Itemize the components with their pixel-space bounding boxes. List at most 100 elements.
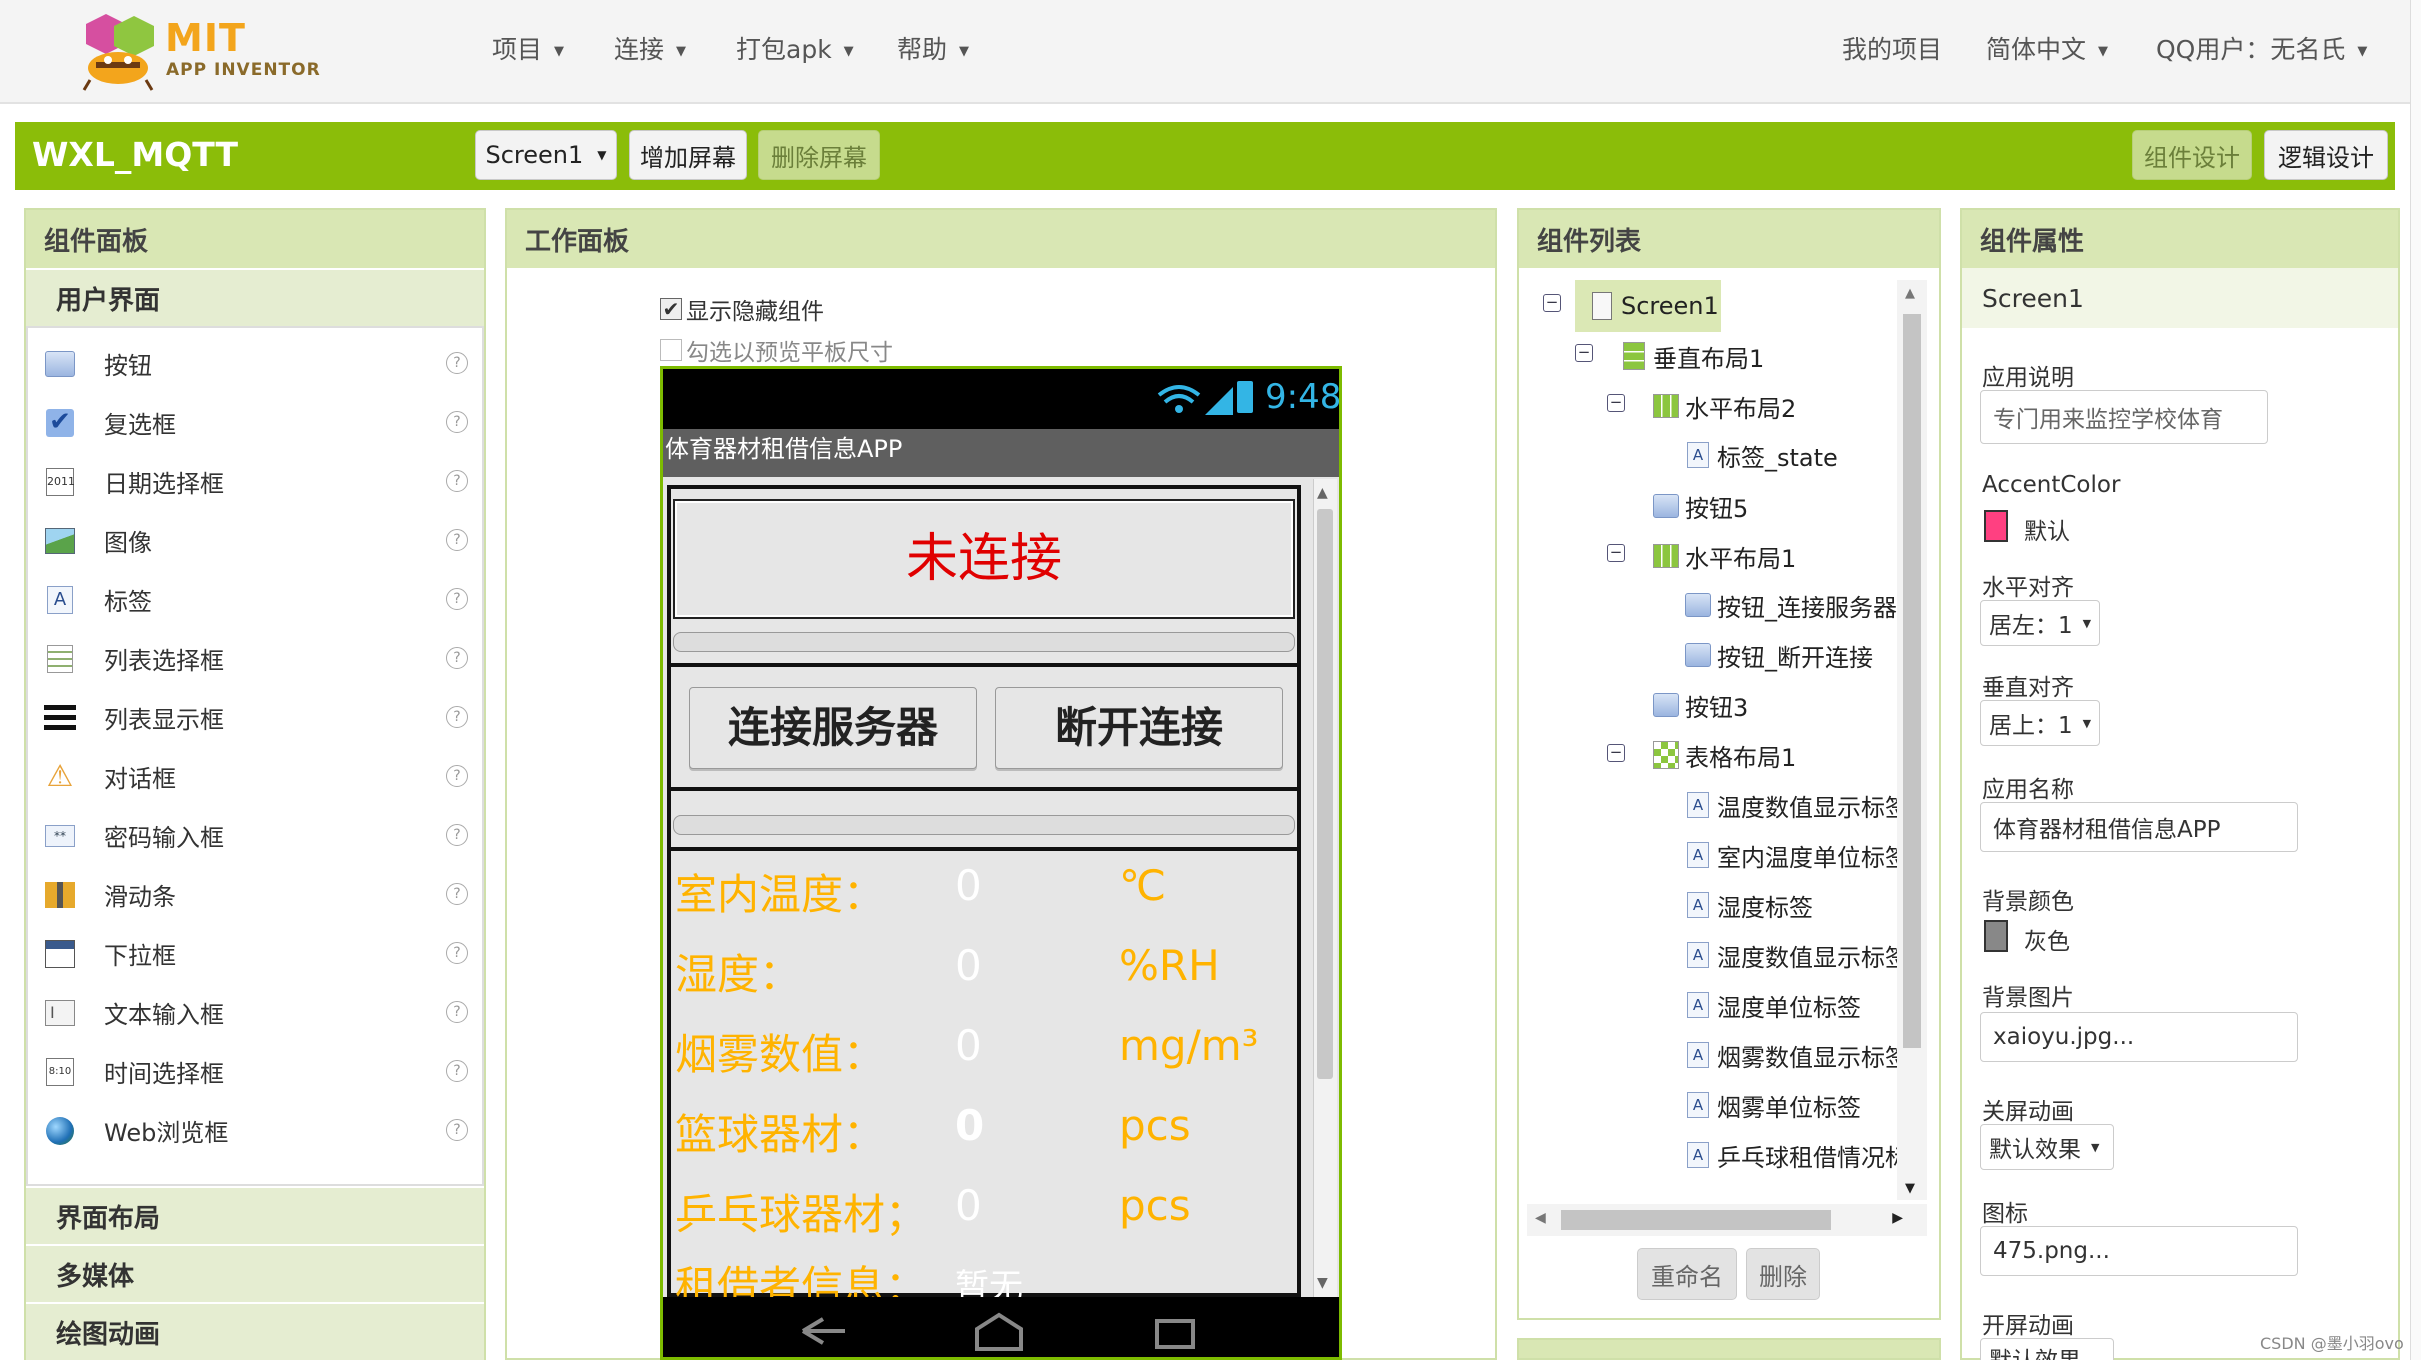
phone-scrollbar[interactable]: ▲ ▼ [1313, 479, 1337, 1297]
show-hidden-checkbox[interactable]: ✔ 显示隐藏组件 [660, 292, 824, 326]
home-icon[interactable] [969, 1309, 1029, 1353]
menu-connect[interactable]: 连接 ▼ [614, 30, 686, 66]
tree-item-humidity-value-label[interactable]: A 湿度数值显示标签 [1685, 934, 1897, 976]
help-icon[interactable]: ? [446, 529, 468, 551]
scroll-left-icon[interactable]: ◀ [1535, 1210, 1546, 1226]
tree-item-screen1[interactable]: Screen1 [1589, 285, 1719, 327]
page-scrollbar[interactable] [2410, 0, 2421, 1360]
tree-item-smoke-value-label[interactable]: A 烟雾数值显示标签 [1685, 1034, 1897, 1076]
palette-item-slider[interactable]: 滑动条 ? [28, 865, 482, 924]
tree-item-pingpong-label[interactable]: A乒乓球租借情况标签 [1685, 1134, 1897, 1176]
spacer-button[interactable] [673, 632, 1295, 652]
tree-item-vertical-layout[interactable]: 垂直布局1 [1621, 335, 1764, 377]
palette-item-timepicker[interactable]: 8:10 时间选择框 ? [28, 1042, 482, 1101]
menu-build-apk[interactable]: 打包apk ▼ [736, 30, 854, 66]
tree-item-temp-unit-label[interactable]: A 室内温度单位标签 [1685, 834, 1897, 876]
tree-item-table-layout[interactable]: 表格布局1 [1653, 734, 1796, 776]
palette-item-label[interactable]: A 标签 ? [28, 570, 482, 629]
help-icon[interactable]: ? [446, 942, 468, 964]
palette-item-button[interactable]: 按钮 ? [28, 334, 482, 393]
scroll-down-icon[interactable]: ▼ [1317, 1275, 1328, 1291]
help-icon[interactable]: ? [446, 352, 468, 374]
scroll-thumb[interactable] [1317, 509, 1333, 1079]
bg-color-swatch[interactable] [1984, 920, 2008, 952]
screen-select[interactable]: Screen1 ▼ [475, 130, 617, 180]
palette-item-listpicker[interactable]: 列表选择框 ? [28, 629, 482, 688]
connect-server-button[interactable]: 连接服务器 [689, 687, 977, 769]
collapse-icon[interactable]: − [1543, 294, 1561, 312]
tablet-preview-checkbox[interactable]: 勾选以预览平板尺寸 [660, 333, 893, 367]
designer-button[interactable]: 组件设计 [2132, 130, 2252, 180]
delete-button[interactable]: 删除 [1746, 1248, 1820, 1300]
tree-vertical-scrollbar[interactable]: ▲ ▼ [1897, 280, 1927, 1200]
collapse-icon[interactable]: − [1607, 544, 1625, 562]
my-projects-link[interactable]: 我的项目 [1842, 30, 1942, 66]
tree-item-smoke-unit-label[interactable]: A 烟雾单位标签 [1685, 1084, 1861, 1126]
add-screen-button[interactable]: 增加屏幕 [629, 130, 747, 180]
prop-icon-input[interactable]: 475.png... [1980, 1226, 2298, 1276]
tree-item-button5[interactable]: 按钮5 [1653, 485, 1748, 527]
help-icon[interactable]: ? [446, 470, 468, 492]
prop-halign-select[interactable]: 居左：1 ▼ [1980, 600, 2100, 646]
tree-item-btn-disconnect[interactable]: 按钮_断开连接 [1685, 634, 1873, 676]
spacer-button-2[interactable] [673, 815, 1295, 835]
tree-item-label-state[interactable]: A 标签_state [1685, 434, 1838, 476]
prop-accent-value[interactable]: 默认 [2024, 512, 2070, 546]
scroll-down-icon[interactable]: ▼ [1905, 1181, 1915, 1196]
palette-section-layout[interactable]: 界面布局 [26, 1186, 484, 1244]
accent-color-swatch[interactable] [1984, 510, 2008, 542]
tree-item-humidity-label[interactable]: A 湿度标签 [1685, 884, 1813, 926]
tree-item-temp-value-label[interactable]: A 温度数值显示标签 [1685, 784, 1897, 826]
palette-item-checkbox[interactable]: ✔ 复选框 ? [28, 393, 482, 452]
prop-about-input[interactable]: 专门用来监控学校体育 [1980, 390, 2268, 444]
scroll-thumb[interactable] [1561, 1210, 1831, 1230]
prop-valign-select[interactable]: 居上：1 ▼ [1980, 700, 2100, 746]
collapse-icon[interactable]: − [1575, 344, 1593, 362]
prop-appname-input[interactable]: 体育器材租借信息APP [1980, 802, 2298, 852]
tree-item-button3[interactable]: 按钮3 [1653, 684, 1748, 726]
language-menu[interactable]: 简体中文 ▼ [1986, 30, 2108, 66]
scroll-up-icon[interactable]: ▲ [1905, 286, 1915, 301]
help-icon[interactable]: ? [446, 883, 468, 905]
blocks-button[interactable]: 逻辑设计 [2264, 130, 2388, 180]
scroll-thumb[interactable] [1903, 314, 1921, 1048]
help-icon[interactable]: ? [446, 647, 468, 669]
collapse-icon[interactable]: − [1607, 394, 1625, 412]
palette-item-spinner[interactable]: 下拉框 ? [28, 924, 482, 983]
collapse-icon[interactable]: − [1607, 744, 1625, 762]
palette-section-media[interactable]: 多媒体 [26, 1244, 484, 1302]
tree-item-horizontal-layout-2[interactable]: 水平布局2 [1653, 385, 1796, 427]
tree-horizontal-scrollbar[interactable]: ◀ ▶ [1527, 1204, 1927, 1236]
prop-bgimage-input[interactable]: xaioyu.jpg... [1980, 1012, 2298, 1062]
menu-help[interactable]: 帮助 ▼ [897, 30, 969, 66]
help-icon[interactable]: ? [446, 1001, 468, 1023]
user-menu[interactable]: QQ用户：无名氏 ▼ [2156, 30, 2367, 66]
disconnect-button[interactable]: 断开连接 [995, 687, 1283, 769]
rename-button[interactable]: 重命名 [1637, 1248, 1737, 1300]
scroll-right-icon[interactable]: ▶ [1892, 1210, 1903, 1226]
tree-item-btn-connect[interactable]: 按钮_连接服务器 [1685, 584, 1897, 626]
status-button[interactable]: 未连接 [673, 499, 1295, 619]
help-icon[interactable]: ? [446, 588, 468, 610]
palette-item-datepicker[interactable]: 2011 日期选择框 ? [28, 452, 482, 511]
help-icon[interactable]: ? [446, 411, 468, 433]
remove-screen-button[interactable]: 删除屏幕 [758, 130, 880, 180]
tree-item-humidity-unit-label[interactable]: A 湿度单位标签 [1685, 984, 1861, 1026]
help-icon[interactable]: ? [446, 706, 468, 728]
scroll-up-icon[interactable]: ▲ [1317, 485, 1328, 501]
palette-section-user-interface[interactable]: 用户界面 [26, 268, 484, 326]
palette-item-listview[interactable]: 列表显示框 ? [28, 688, 482, 747]
help-icon[interactable]: ? [446, 824, 468, 846]
palette-item-notifier[interactable]: ⚠ 对话框 ? [28, 747, 482, 806]
palette-item-textbox[interactable]: I 文本输入框 ? [28, 983, 482, 1042]
menu-project[interactable]: 项目 ▼ [492, 30, 564, 66]
prop-close-anim-select[interactable]: 默认效果 ▼ [1980, 1124, 2114, 1170]
recents-icon[interactable] [1147, 1311, 1207, 1351]
help-icon[interactable]: ? [446, 765, 468, 787]
palette-item-password[interactable]: ** 密码输入框 ? [28, 806, 482, 865]
tree-item-horizontal-layout-1[interactable]: 水平布局1 [1653, 535, 1796, 577]
palette-section-drawing[interactable]: 绘图动画 [26, 1302, 484, 1360]
help-icon[interactable]: ? [446, 1119, 468, 1141]
back-icon[interactable] [793, 1311, 853, 1351]
prop-bgcolor-value[interactable]: 灰色 [2024, 922, 2070, 956]
